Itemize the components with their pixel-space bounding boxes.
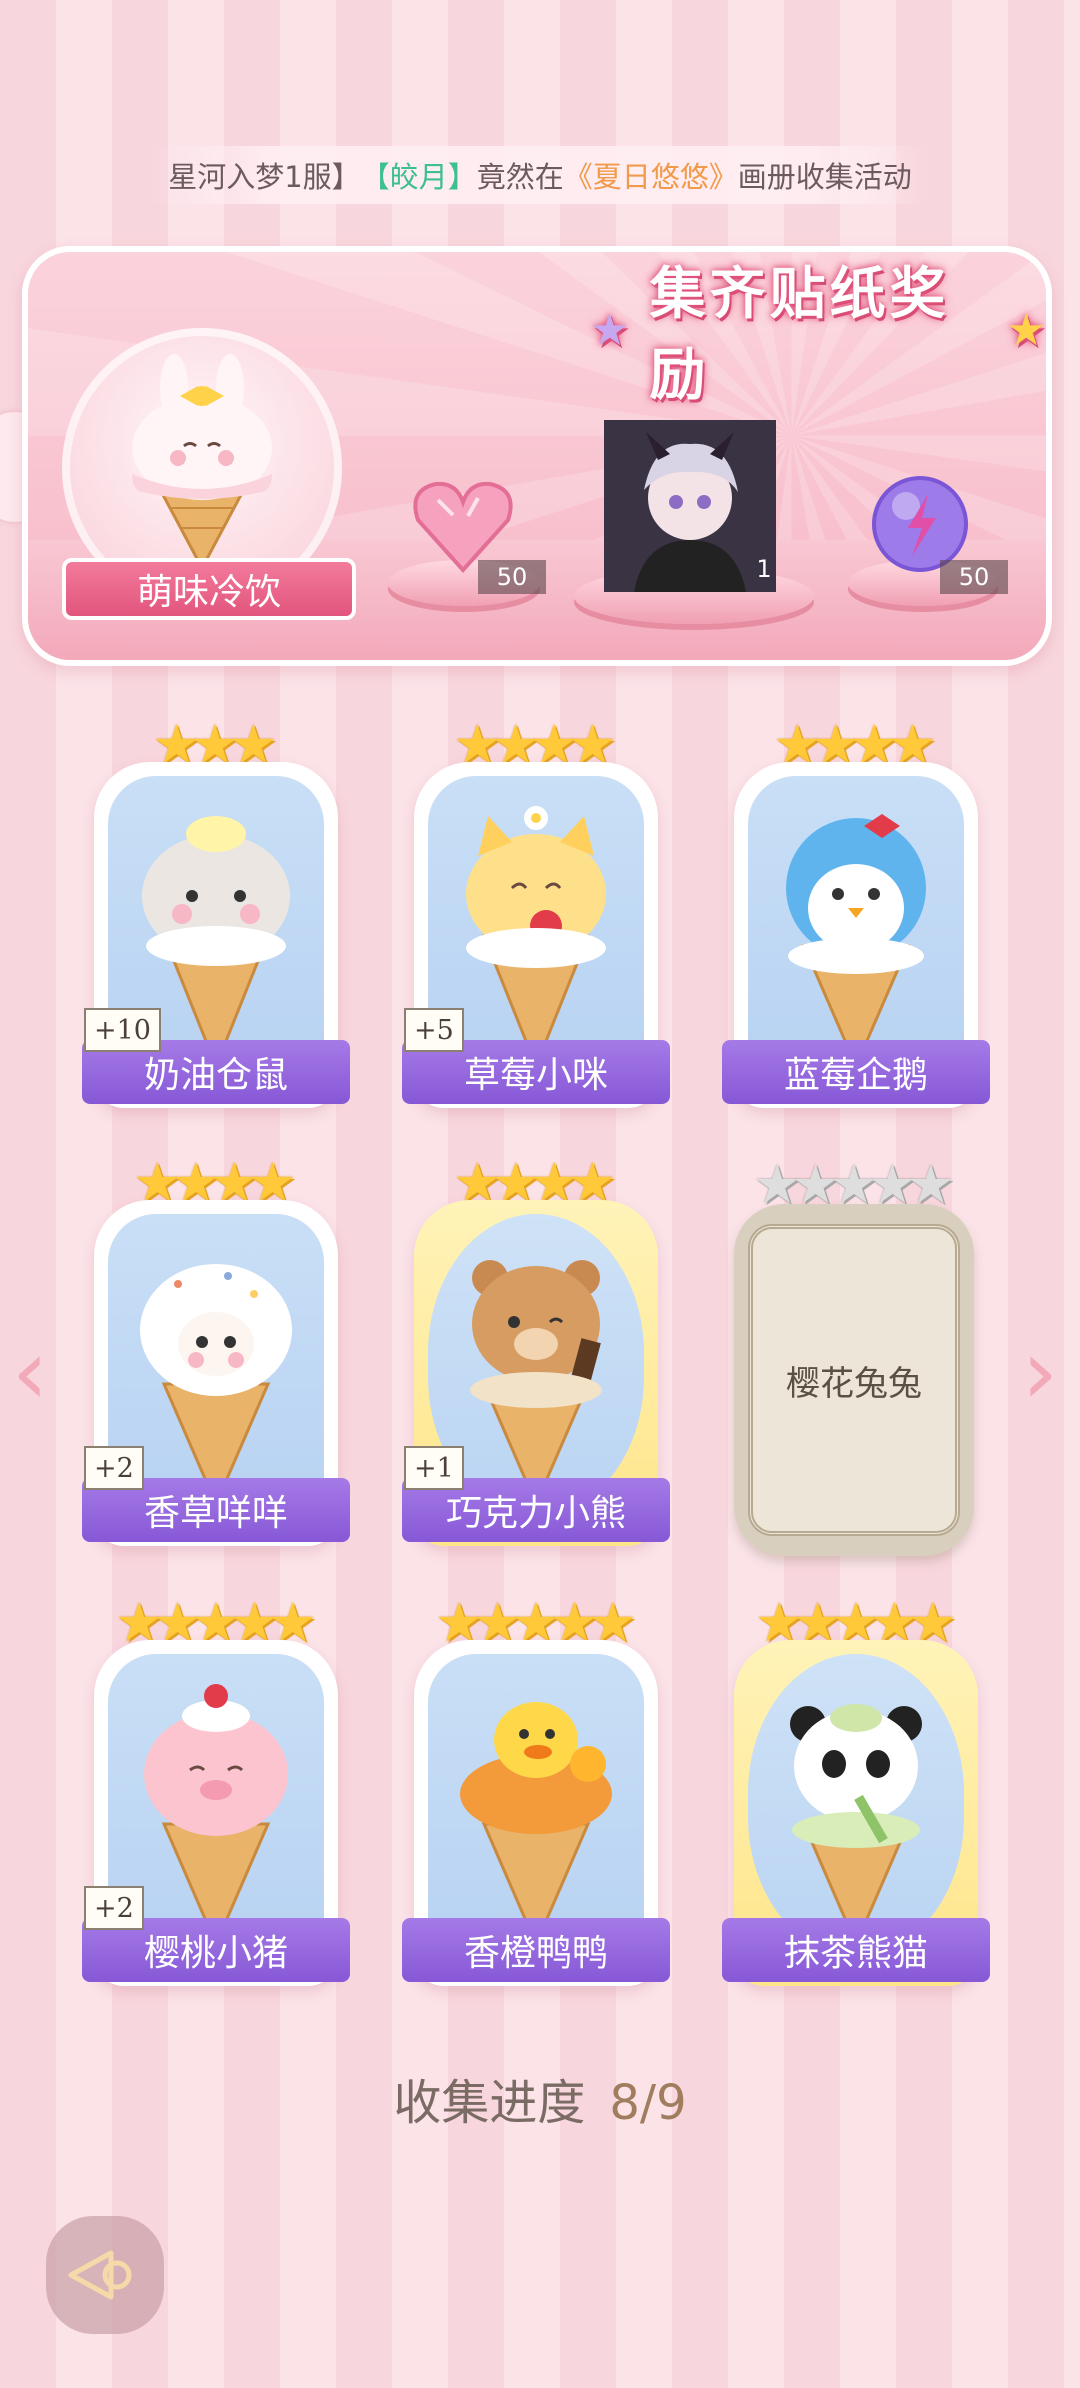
card-name: 樱花兔兔 [748, 1224, 960, 1536]
progress-value: 8/9 [609, 2075, 687, 2131]
duck-ice-cream-icon [460, 1702, 612, 1948]
card-name: 香橙鸭鸭 [402, 1918, 670, 1982]
back-button[interactable] [46, 2216, 164, 2334]
bonus-badge: +2 [84, 1886, 144, 1930]
album-name-ribbon: 萌味冷饮 [62, 558, 356, 620]
star-icon: ★ [1006, 304, 1050, 356]
bonus-badge: +1 [404, 1446, 464, 1490]
locked-sticker-card[interactable]: 樱花兔兔 [734, 1204, 974, 1556]
penguin-ice-cream-icon [786, 814, 926, 1070]
marquee-server: 星河入梦1服】 [168, 160, 361, 194]
bonus-badge: +5 [404, 1008, 464, 1052]
chevron-right-icon[interactable]: › [1022, 1328, 1058, 1418]
reward-count: 50 [478, 560, 546, 594]
marquee-event: 《夏日悠悠》 [563, 160, 738, 194]
card-name: 蓝莓企鹅 [722, 1040, 990, 1104]
panda-ice-cream-icon [790, 1704, 922, 1948]
reward-count: 1 [756, 555, 772, 583]
back-arrow-icon [68, 2250, 132, 2300]
marquee-player: 【皎月】 [360, 160, 477, 194]
star-icon: ★ [590, 304, 634, 356]
reward-title: ★ 集齐贴纸奖励 ★ [590, 262, 1050, 408]
card-name: 抹茶熊猫 [722, 1918, 990, 1982]
broadcast-marquee: 星河入梦1服】 【皎月】 竟然在 《夏日悠悠》 画册收集活动 [150, 146, 930, 204]
bonus-badge: +10 [84, 1008, 161, 1052]
marquee-text-end: 画册收集活动 [737, 160, 912, 194]
bonus-badge: +2 [84, 1446, 144, 1490]
reward-count: 50 [940, 560, 1008, 594]
marquee-text: 竟然在 [476, 160, 564, 194]
chevron-left-icon[interactable]: ‹ [12, 1328, 48, 1418]
progress-label: 收集进度 [393, 2075, 586, 2131]
collection-progress: 收集进度 8/9 [0, 2063, 1080, 2133]
